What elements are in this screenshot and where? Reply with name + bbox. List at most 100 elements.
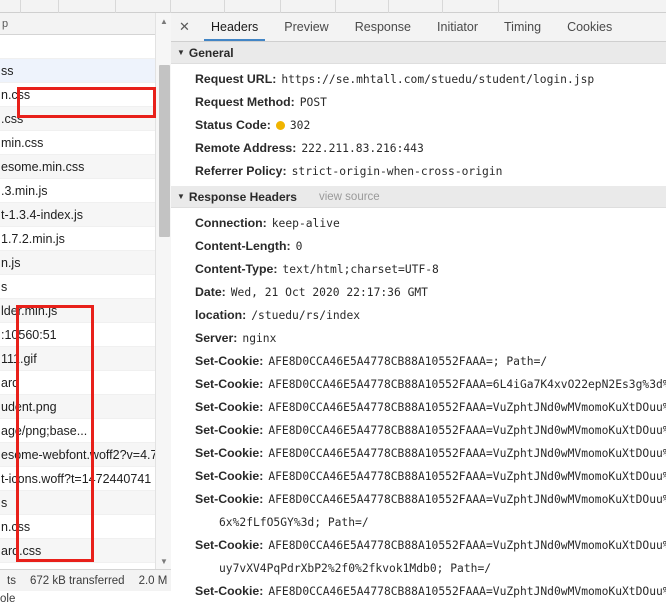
- devtools-network-panel: p ss n.css .css min.css esome.min.css .3.min.…: [0, 0, 666, 607]
- header-name: Set-Cookie:: [195, 469, 264, 483]
- column-divider[interactable]: [280, 0, 281, 13]
- header-name: Date:: [195, 285, 226, 299]
- tab-initiator[interactable]: Initiator: [424, 13, 491, 41]
- column-divider[interactable]: [224, 0, 225, 13]
- header-value: POST: [299, 96, 327, 109]
- header-row: Set-Cookie: AFE8D0CCA46E5A4778CB88A10552F…: [171, 580, 666, 603]
- header-name: Set-Cookie:: [195, 400, 264, 414]
- column-divider[interactable]: [115, 0, 116, 13]
- header-name: Server:: [195, 331, 238, 345]
- header-row: Server: nginx: [171, 327, 666, 350]
- console-drawer-label[interactable]: ole: [0, 591, 171, 607]
- column-divider[interactable]: [170, 0, 171, 13]
- tab-timing[interactable]: Timing: [491, 13, 554, 41]
- scrollbar-thumb[interactable]: [159, 65, 170, 237]
- request-row[interactable]: udent.png: [0, 395, 170, 419]
- header-name: Status Code:: [195, 118, 271, 132]
- response-headers-section-header[interactable]: ▼ Response Headers view source: [171, 186, 666, 208]
- requests-vertical-scrollbar[interactable]: ▲ ▼: [155, 13, 171, 569]
- view-source-link[interactable]: view source: [319, 191, 380, 203]
- header-row: Referrer Policy: strict-origin-when-cross…: [171, 160, 666, 183]
- tab-cookies[interactable]: Cookies: [554, 13, 625, 41]
- request-row[interactable]: esome.min.css: [0, 155, 170, 179]
- request-row[interactable]: n.css: [0, 83, 170, 107]
- header-value: https://se.mhtall.com/stuedu/student/log…: [281, 73, 595, 86]
- header-value: AFE8D0CCA46E5A4778CB88A10552FAAA=; Path=…: [268, 355, 548, 368]
- header-row: Connection: keep-alive: [171, 212, 666, 235]
- header-row: Set-Cookie: AFE8D0CCA46E5A4778CB88A10552F…: [171, 442, 666, 465]
- header-name: location:: [195, 308, 247, 322]
- header-value: 222.211.83.216:443: [301, 142, 424, 155]
- request-row[interactable]: esome-webfont.woff2?v=4.7.0: [0, 443, 170, 467]
- scroll-up-arrow-icon[interactable]: ▲: [156, 13, 172, 29]
- network-status-bar: ts 672 kB transferred 2.0 M: [0, 569, 171, 591]
- header-row: location: /stuedu/rs/index: [171, 304, 666, 327]
- general-section-title: General: [188, 45, 234, 60]
- requests-list-pane[interactable]: p ss n.css .css min.css esome.min.css .3.min.…: [0, 13, 171, 569]
- close-icon[interactable]: ✕: [171, 13, 198, 41]
- header-row: Request Method: POST: [171, 91, 666, 114]
- header-row: Status Code: 302: [171, 114, 666, 137]
- header-value: 302: [275, 114, 311, 137]
- request-row[interactable]: .css: [0, 107, 170, 131]
- request-row[interactable]: age/png;base...: [0, 419, 170, 443]
- header-value: AFE8D0CCA46E5A4778CB88A10552FAAA=VuZphtJ…: [268, 401, 666, 414]
- header-row: Set-Cookie: AFE8D0CCA46E5A4778CB88A10552F…: [171, 465, 666, 488]
- column-divider[interactable]: [388, 0, 389, 13]
- column-divider[interactable]: [20, 0, 21, 13]
- header-value: AFE8D0CCA46E5A4778CB88A10552FAAA=6L4iGa7…: [268, 378, 666, 391]
- header-value-continuation: 6x%2fLfO5GY%3d; Path=/: [219, 516, 369, 529]
- header-value: AFE8D0CCA46E5A4778CB88A10552FAAA=VuZphtJ…: [268, 585, 666, 598]
- header-row: Content-Type: text/html;charset=UTF-8: [171, 258, 666, 281]
- request-row[interactable]: [0, 35, 170, 59]
- column-divider[interactable]: [335, 0, 336, 13]
- header-row: Set-Cookie: AFE8D0CCA46E5A4778CB88A10552F…: [171, 396, 666, 419]
- request-row[interactable]: ard: [0, 371, 170, 395]
- request-row[interactable]: .3.min.js: [0, 179, 170, 203]
- header-row: Set-Cookie: AFE8D0CCA46E5A4778CB88A10552F…: [171, 373, 666, 396]
- request-row[interactable]: t-1.3.4-index.js: [0, 203, 170, 227]
- request-row[interactable]: 111.gif: [0, 347, 170, 371]
- tab-headers[interactable]: Headers: [198, 13, 271, 41]
- general-section-header[interactable]: ▼ General: [171, 42, 666, 64]
- response-headers-section-title: Response Headers: [188, 189, 297, 204]
- chevron-down-icon[interactable]: ▼: [177, 192, 185, 201]
- column-divider[interactable]: [498, 0, 499, 13]
- request-row[interactable]: ss: [0, 59, 170, 83]
- header-value: AFE8D0CCA46E5A4778CB88A10552FAAA=VuZphtJ…: [268, 539, 666, 552]
- tab-response[interactable]: Response: [342, 13, 424, 41]
- request-row[interactable]: 1.7.2.min.js: [0, 227, 170, 251]
- header-value: Wed, 21 Oct 2020 22:17:36 GMT: [230, 286, 428, 299]
- request-row[interactable]: n.js: [0, 251, 170, 275]
- header-row: Content-Length: 0: [171, 235, 666, 258]
- requests-subheader: p: [0, 13, 170, 35]
- status-code-dot-icon: [275, 121, 285, 130]
- column-divider[interactable]: [58, 0, 59, 13]
- request-table-column-header[interactable]: [0, 0, 666, 13]
- header-name: Connection:: [195, 216, 267, 230]
- header-value: 0: [295, 240, 303, 253]
- request-row[interactable]: min.css: [0, 131, 170, 155]
- header-name: Referrer Policy:: [195, 164, 287, 178]
- column-divider[interactable]: [442, 0, 443, 13]
- header-name: Content-Length:: [195, 239, 291, 253]
- status-code-value: 302: [289, 119, 311, 132]
- request-rows[interactable]: ss n.css .css min.css esome.min.css .3.min.js…: [0, 35, 170, 569]
- request-row[interactable]: ard.css: [0, 539, 170, 563]
- request-row[interactable]: n.css: [0, 515, 170, 539]
- request-row[interactable]: s: [0, 275, 170, 299]
- request-row[interactable]: t-icons.woff?t=1472440741: [0, 467, 170, 491]
- header-value: AFE8D0CCA46E5A4778CB88A10552FAAA=VuZphtJ…: [268, 493, 666, 506]
- request-row[interactable]: lder.min.js: [0, 299, 170, 323]
- header-row: Set-Cookie: AFE8D0CCA46E5A4778CB88A10552F…: [171, 350, 666, 373]
- tab-preview[interactable]: Preview: [271, 13, 341, 41]
- chevron-down-icon[interactable]: ▼: [177, 48, 185, 57]
- details-tab-bar[interactable]: ✕ Headers Preview Response Initiator Timing C…: [171, 13, 666, 42]
- scroll-down-arrow-icon[interactable]: ▼: [156, 553, 172, 569]
- request-row[interactable]: s: [0, 491, 170, 515]
- response-header-rows: Connection: keep-alive Content-Length: 0 Con…: [171, 208, 666, 607]
- header-value-continuation: uy7vXV61dPe08o5t7zPOF4a71en5DLb3vOR4hCvR…: [171, 603, 666, 607]
- header-row: Set-Cookie: AFE8D0CCA46E5A4778CB88A10552F…: [171, 534, 666, 557]
- header-value: strict-origin-when-cross-origin: [291, 165, 503, 178]
- request-row[interactable]: :10560:51: [0, 323, 170, 347]
